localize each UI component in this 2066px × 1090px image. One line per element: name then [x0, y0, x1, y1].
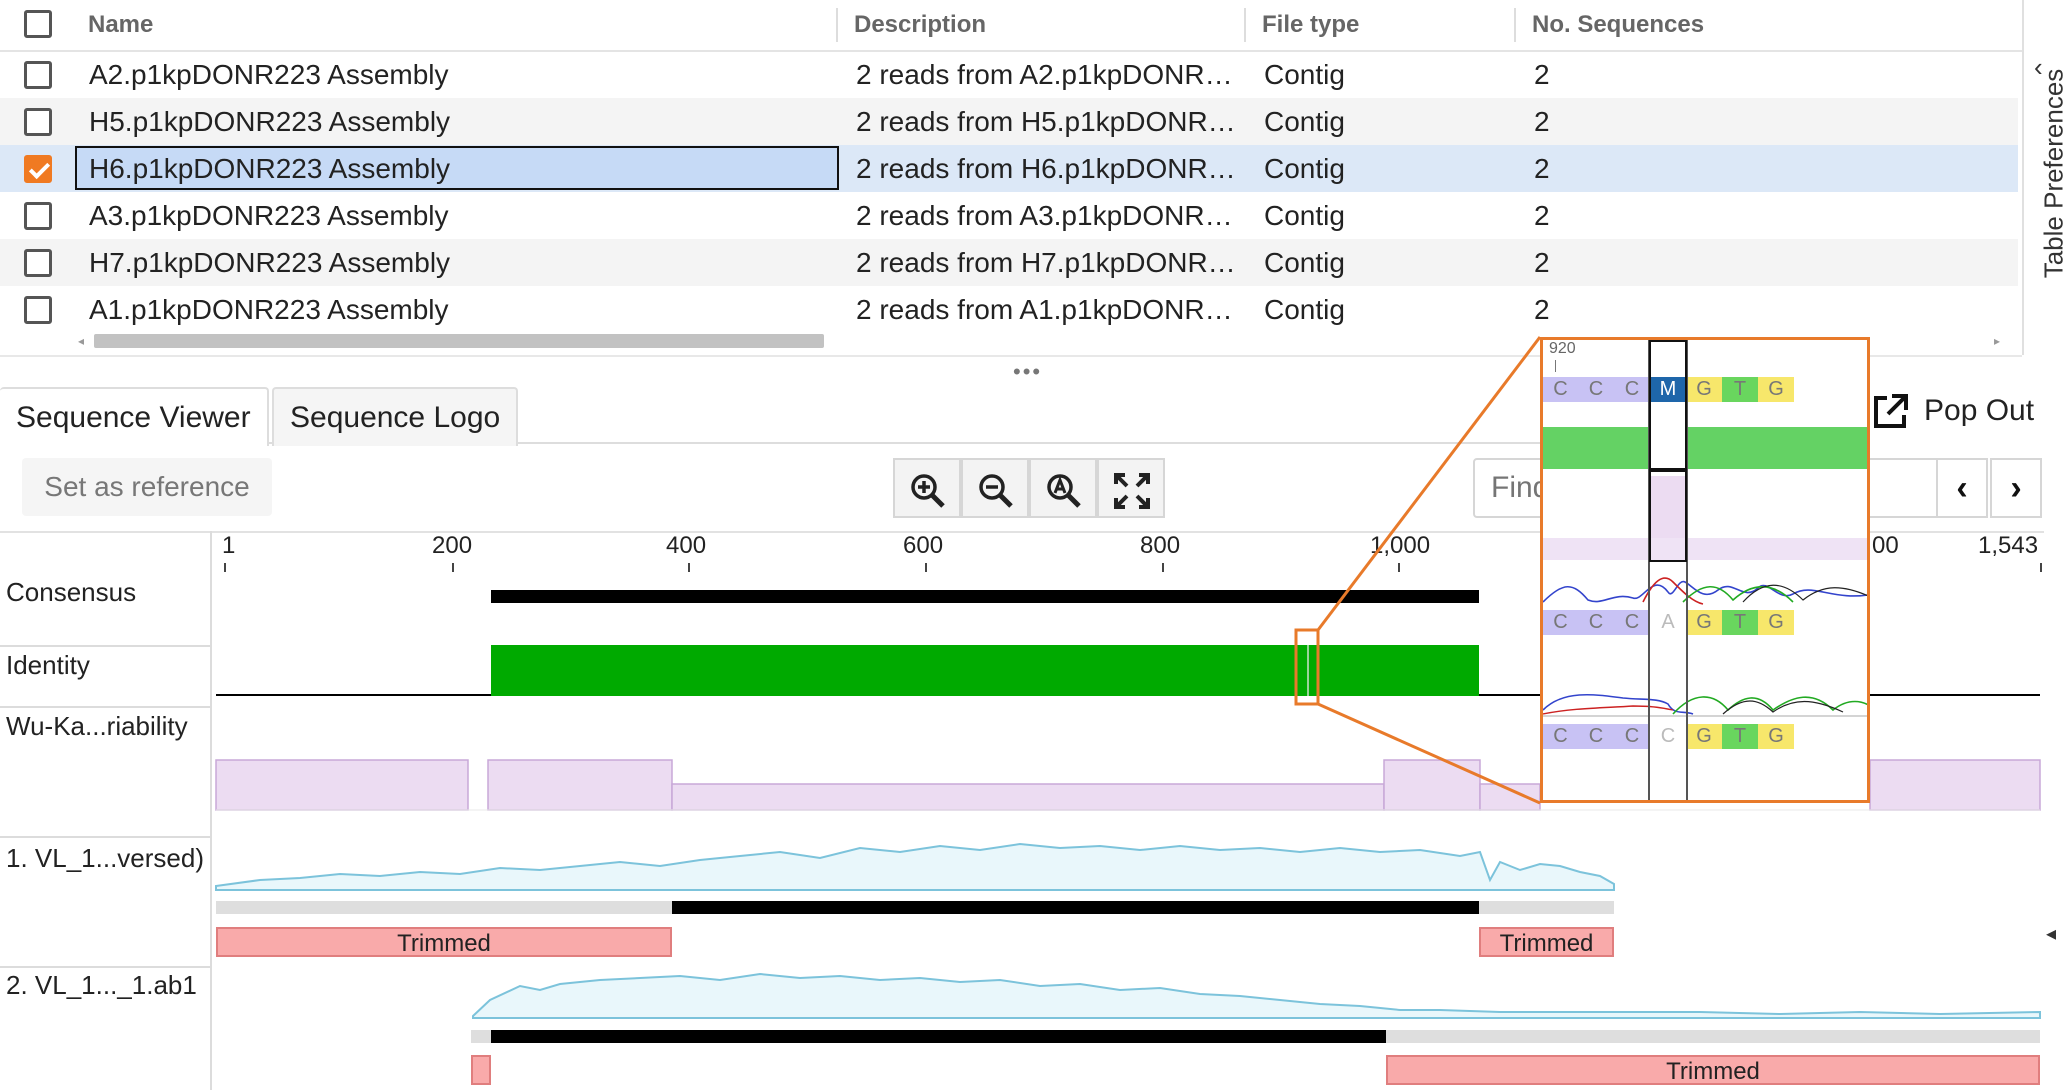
trimmed-region-read-1-start[interactable]: Trimmed: [216, 927, 672, 957]
consensus-base: C: [1614, 377, 1650, 402]
consensus-base: G: [1686, 377, 1722, 402]
zoom-callout: 920 C C C M G T G C C C A G T G C C C C …: [1540, 337, 1870, 803]
read-2-base: C: [1650, 724, 1686, 749]
trimmed-region-read-2-start[interactable]: [471, 1055, 491, 1085]
zoom-position-label: 920: [1549, 340, 1576, 357]
read-2-quality-trace: [472, 972, 2041, 1019]
right-collapse-rail[interactable]: ◂: [2044, 531, 2066, 1090]
read-1-base: T: [1722, 610, 1758, 635]
read-2-base: C: [1543, 724, 1578, 749]
read-1-base: C: [1578, 610, 1614, 635]
read-1-base: C: [1543, 610, 1578, 635]
zoom-variability: [1543, 538, 1867, 560]
identity-dip: [1307, 645, 1309, 696]
read-2-base: C: [1614, 724, 1650, 749]
read-2-aligned-bar: [491, 1030, 1386, 1043]
collapse-left-arrow-icon[interactable]: ◂: [2046, 921, 2056, 946]
read-2-base: G: [1686, 724, 1722, 749]
read-1-base: G: [1758, 610, 1794, 635]
read-2-base: G: [1758, 724, 1794, 749]
column-highlight-box: [1649, 470, 1687, 562]
read-1-aligned-bar: [672, 901, 1479, 914]
zoom-tick: [1555, 360, 1556, 372]
zoom-identity-left: [1543, 427, 1650, 469]
trimmed-region-read-2-end[interactable]: Trimmed: [1386, 1055, 2040, 1085]
consensus-base: C: [1578, 377, 1614, 402]
trimmed-region-read-1-end[interactable]: Trimmed: [1479, 927, 1614, 957]
zoom-read-1-chromatogram: [1543, 577, 1867, 605]
read-2-base: T: [1722, 724, 1758, 749]
zoom-identity-right: [1686, 427, 1867, 469]
read-2-base: C: [1578, 724, 1614, 749]
read-1-base: C: [1614, 610, 1650, 635]
consensus-bar: [491, 590, 1479, 603]
consensus-base: G: [1758, 377, 1794, 402]
column-highlight-box: [1649, 340, 1687, 470]
consensus-base: C: [1543, 377, 1578, 402]
consensus-base: T: [1722, 377, 1758, 402]
read-1-base: G: [1686, 610, 1722, 635]
identity-bar: [491, 645, 1479, 696]
zoom-read-2-chromatogram: [1543, 693, 1867, 717]
read-1-base: A: [1650, 610, 1686, 635]
read-1-quality-trace: [215, 842, 1615, 891]
